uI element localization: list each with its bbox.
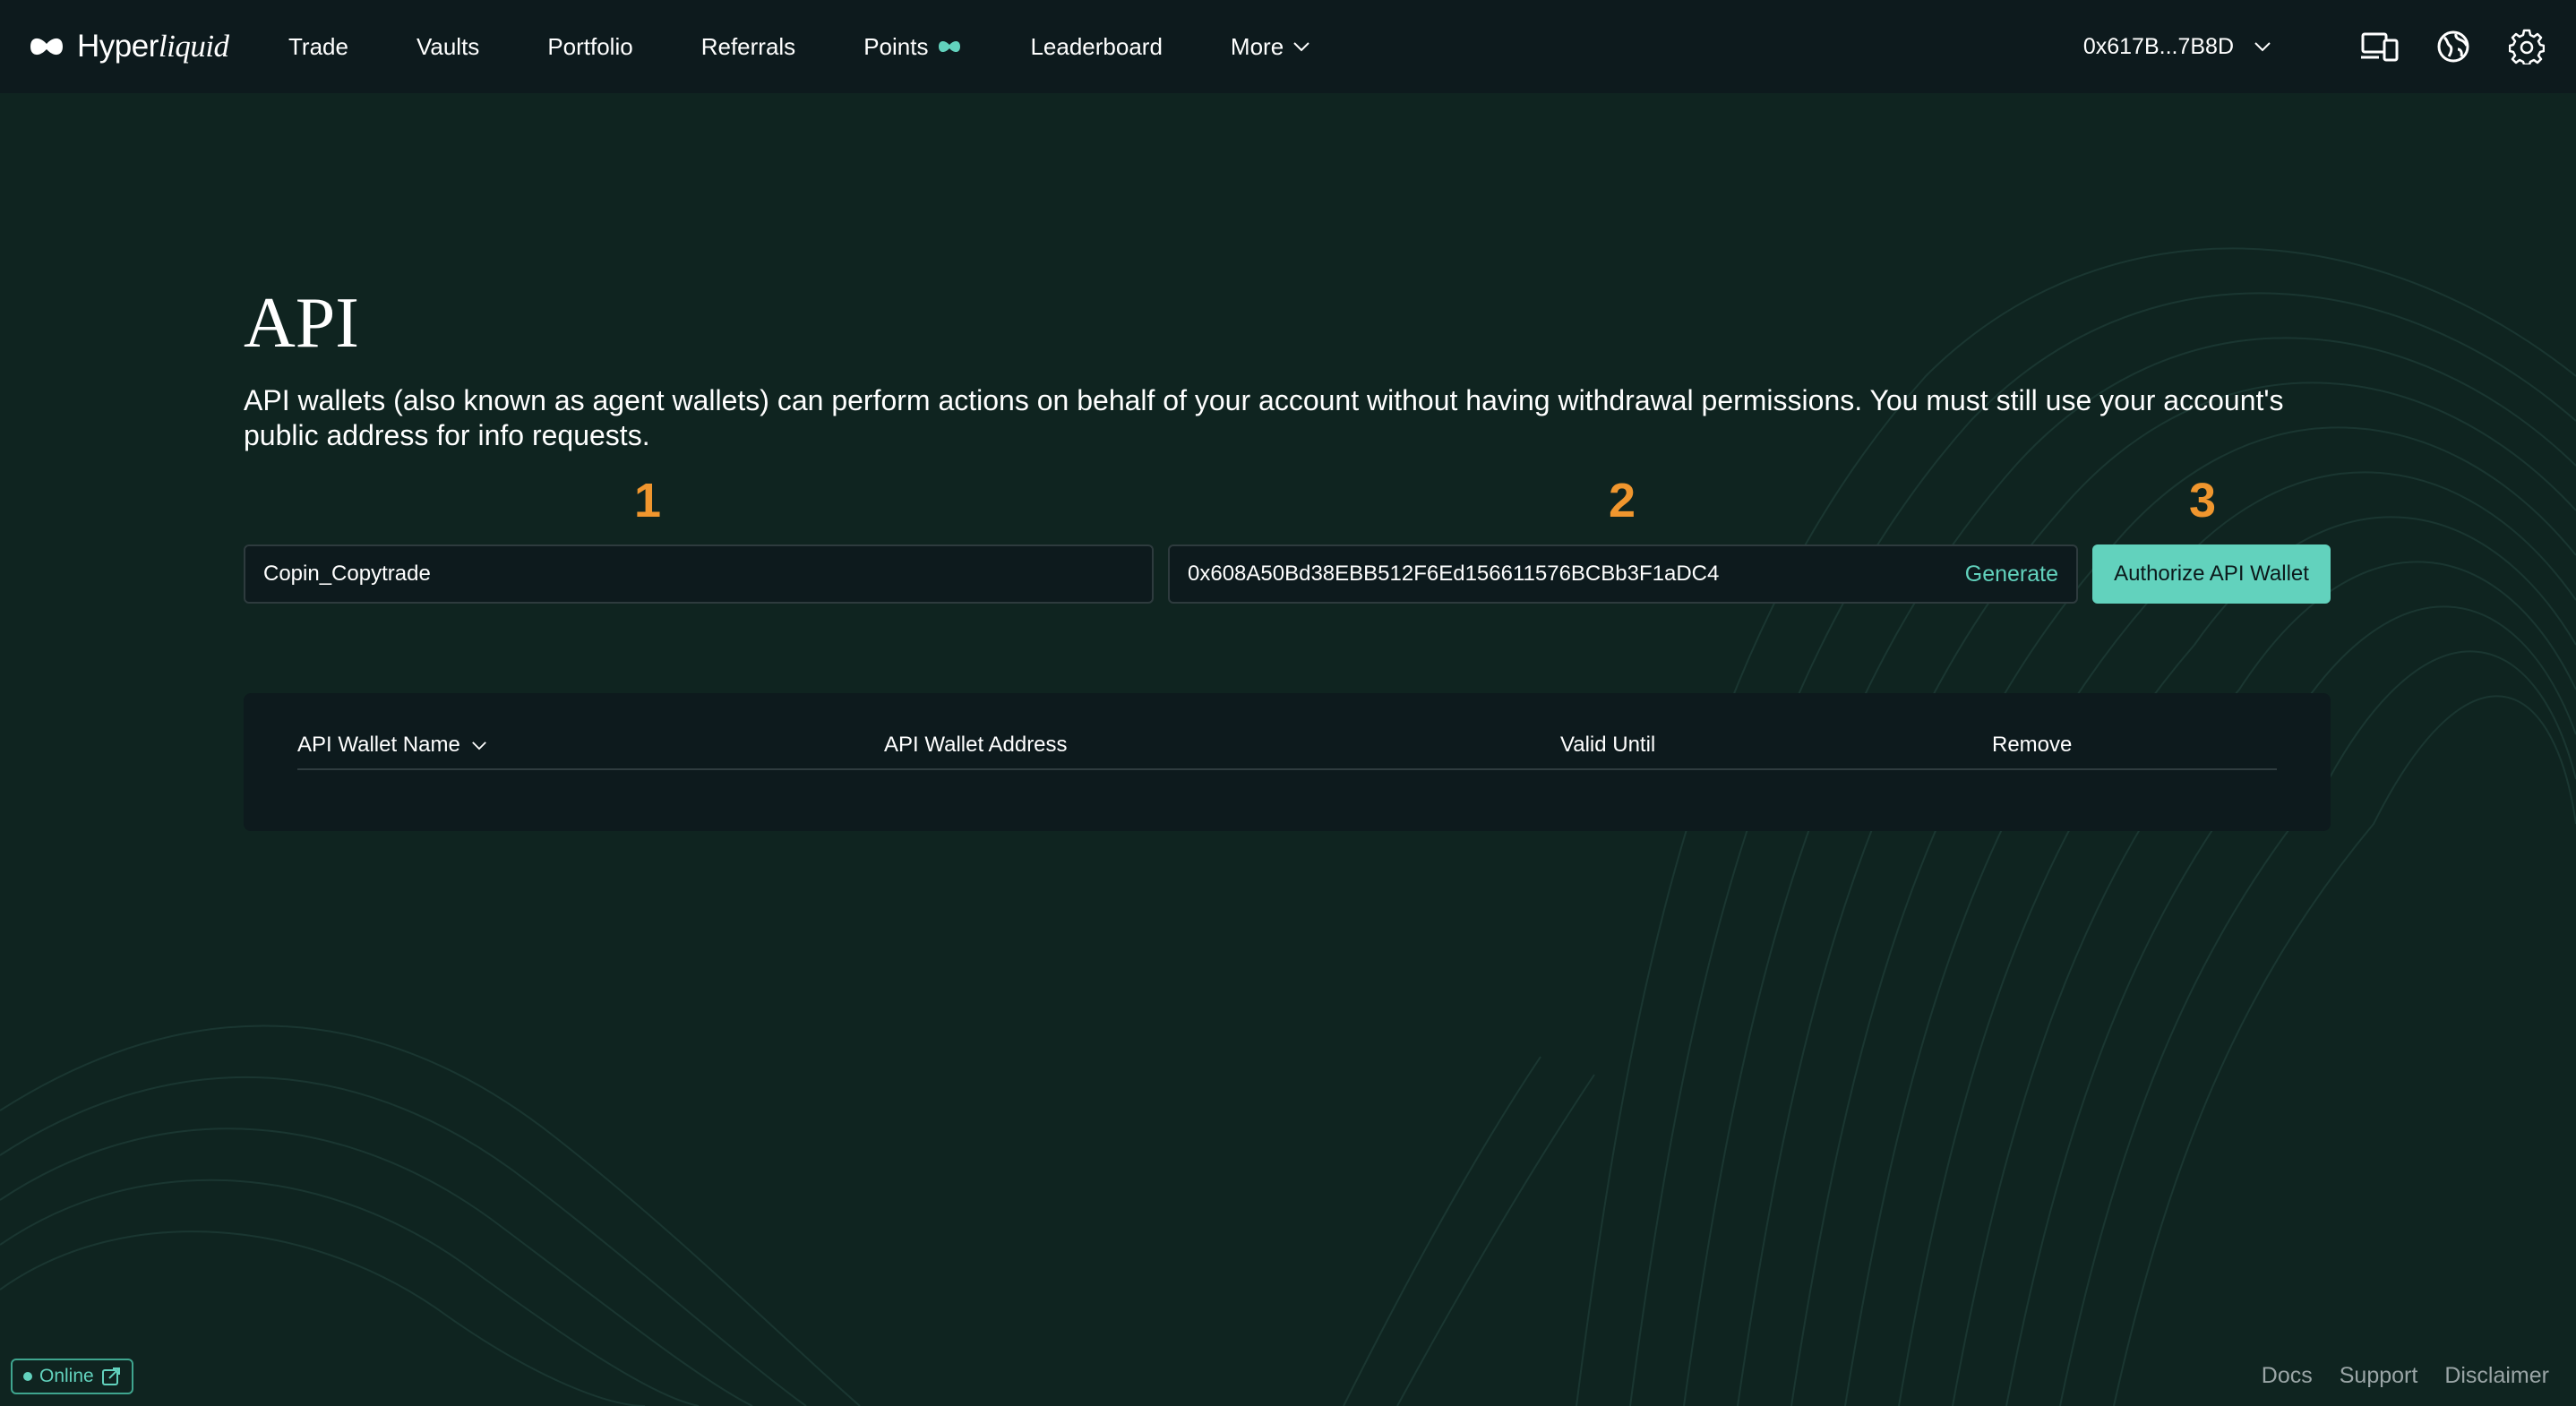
api-wallet-address-input[interactable]	[1188, 562, 1954, 587]
hyperliquid-logo-icon	[30, 38, 63, 56]
nav-item-portfolio[interactable]: Portfolio	[547, 33, 632, 61]
column-header-api-wallet-name[interactable]: API Wallet Name	[297, 733, 487, 758]
footer-link-docs[interactable]: Docs	[2262, 1363, 2313, 1389]
language-button[interactable]	[2433, 26, 2474, 67]
nav-item-more[interactable]: More	[1231, 33, 1310, 61]
table-header: API Wallet Name API Wallet Address Valid…	[297, 733, 2277, 770]
authorize-api-wallet-button[interactable]: Authorize API Wallet	[2092, 544, 2331, 604]
column-header-valid-until: Valid Until	[1560, 733, 1656, 757]
external-link-icon	[101, 1367, 120, 1385]
devices-button[interactable]	[2359, 26, 2400, 67]
main-nav: Trade Vaults Portfolio Referrals Points …	[288, 27, 1378, 66]
step-number-3: 3	[2189, 474, 2217, 527]
header-actions: 0x617B...7B8D	[2083, 21, 2547, 72]
column-header-remove: Remove	[1992, 733, 2073, 757]
connection-status-badge[interactable]: Online	[11, 1359, 133, 1394]
api-wallet-name-field	[244, 544, 1154, 604]
globe-icon	[2437, 30, 2469, 63]
footer-link-support[interactable]: Support	[2340, 1363, 2418, 1389]
nav-item-vaults[interactable]: Vaults	[416, 33, 479, 61]
status-label: Online	[39, 1366, 94, 1386]
settings-button[interactable]	[2506, 26, 2547, 67]
api-wallets-table: API Wallet Name API Wallet Address Valid…	[244, 693, 2331, 831]
sort-chevron-down-icon	[471, 741, 486, 750]
brand-name: Hyperliquid	[77, 29, 229, 64]
chevron-down-icon	[2254, 42, 2271, 52]
page-description: API wallets (also known as agent wallets…	[244, 384, 2284, 451]
column-header-api-wallet-address: API Wallet Address	[884, 733, 1068, 757]
api-wallet-name-input[interactable]	[263, 562, 1134, 587]
footer-links: Docs Support Disclaimer	[2262, 1363, 2549, 1389]
nav-item-points[interactable]: Points	[863, 33, 962, 61]
step-number-1: 1	[634, 474, 662, 527]
top-navbar: Hyperliquid Trade Vaults Portfolio Refer…	[0, 0, 2576, 93]
chevron-down-icon	[1293, 42, 1309, 52]
nav-item-trade[interactable]: Trade	[288, 33, 348, 61]
nav-item-leaderboard[interactable]: Leaderboard	[1030, 33, 1162, 61]
status-dot	[23, 1372, 32, 1381]
nav-item-referrals[interactable]: Referrals	[701, 33, 795, 61]
footer-link-disclaimer[interactable]: Disclaimer	[2444, 1363, 2549, 1389]
page-title: API	[244, 284, 359, 363]
step-number-2: 2	[1609, 474, 1636, 527]
devices-icon	[2361, 32, 2399, 62]
generate-button[interactable]: Generate	[1965, 562, 2058, 587]
wallet-dropdown[interactable]: 0x617B...7B8D	[2083, 34, 2271, 60]
gear-icon	[2509, 29, 2545, 64]
brand-logo[interactable]: Hyperliquid	[29, 25, 229, 68]
wallet-address: 0x617B...7B8D	[2082, 33, 2234, 59]
points-logo-icon	[939, 40, 961, 53]
api-wallet-address-field: Generate	[1168, 544, 2078, 604]
